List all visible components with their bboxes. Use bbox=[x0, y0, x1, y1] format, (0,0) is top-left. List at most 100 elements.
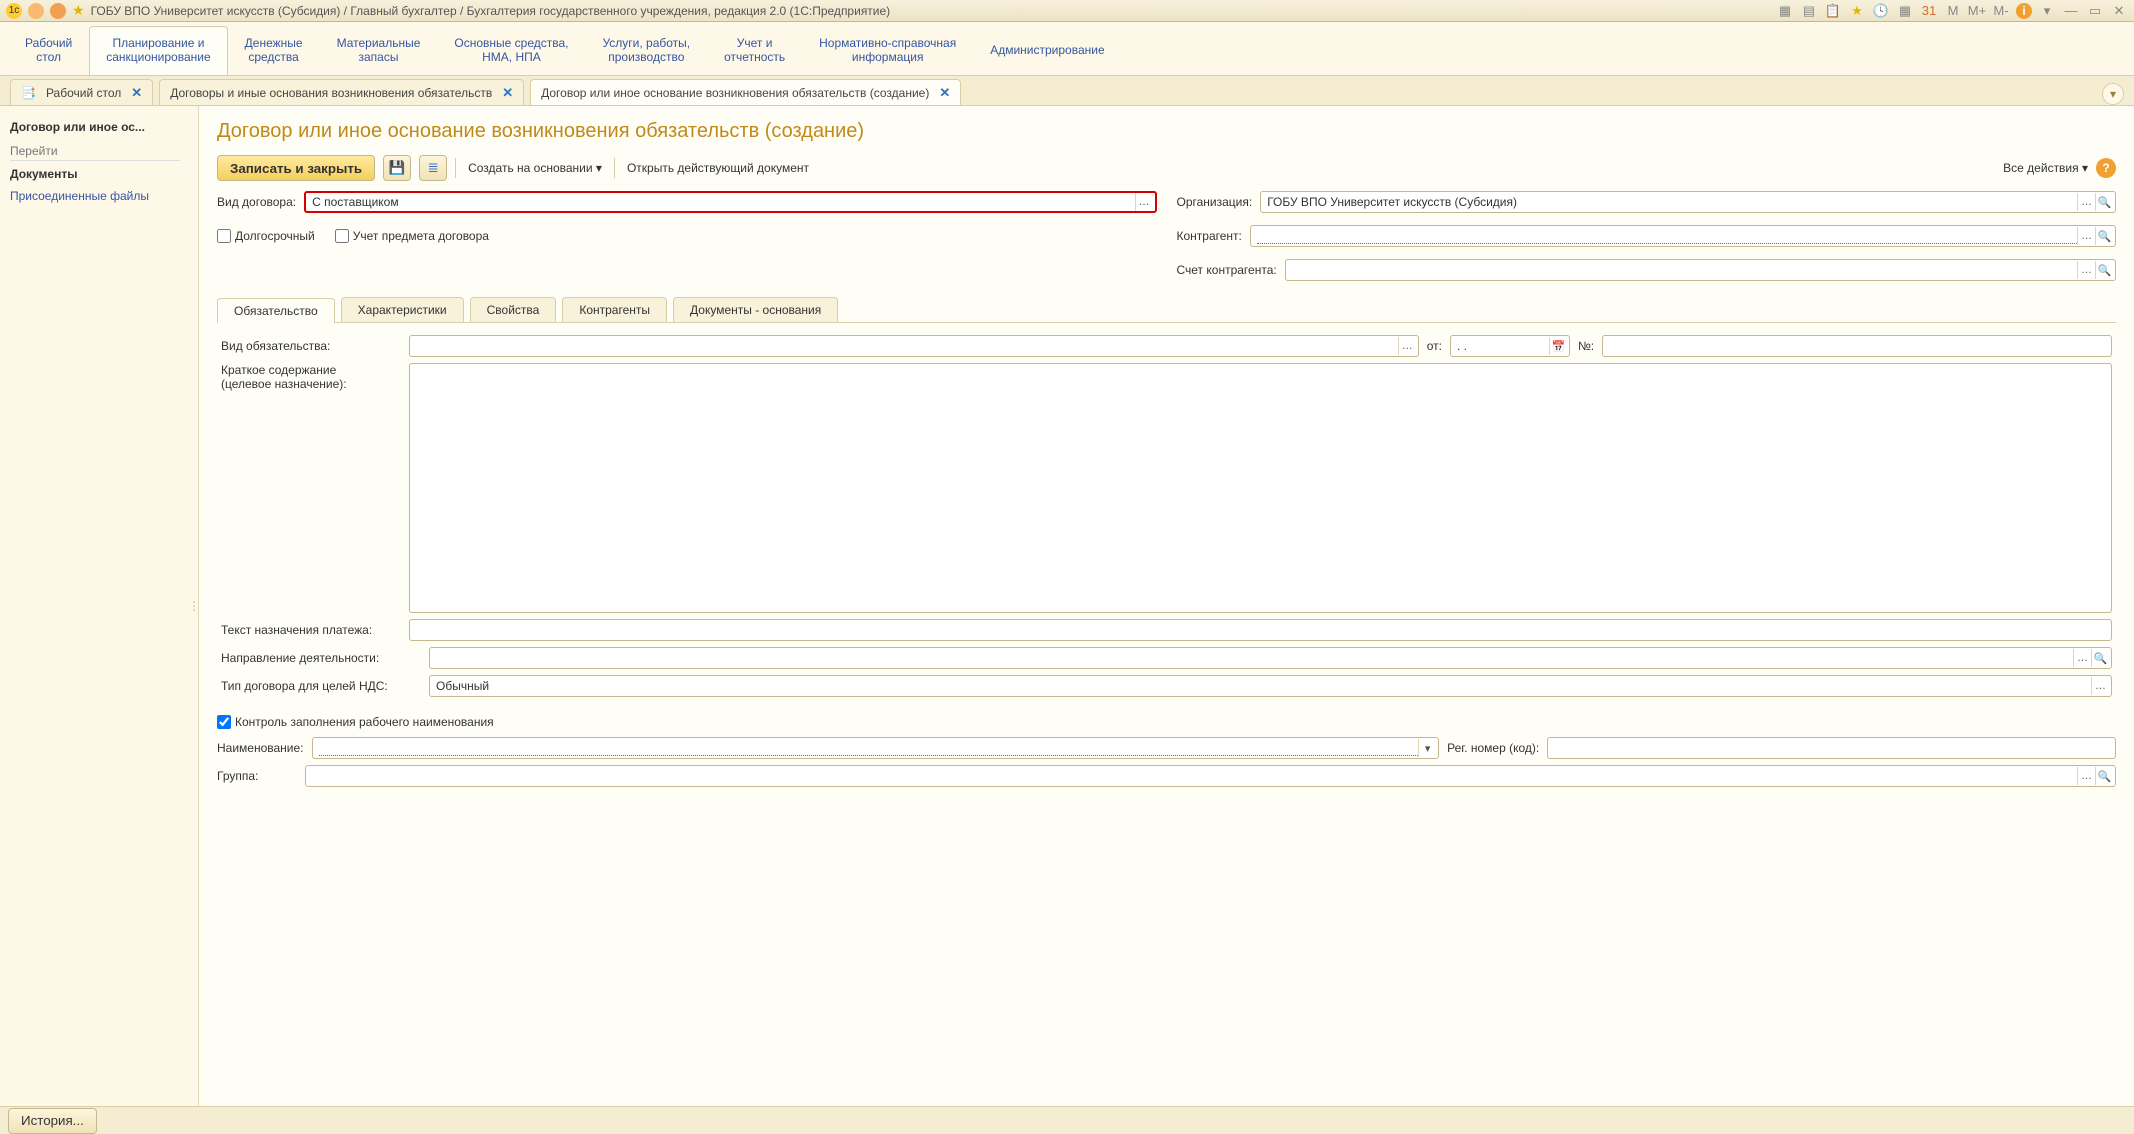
app-icon[interactable]: 1c bbox=[6, 3, 22, 19]
section-accounting[interactable]: Учет иотчетность bbox=[707, 26, 802, 75]
sidebar-title[interactable]: Договор или иное ос... bbox=[10, 116, 180, 138]
activity-direction-label: Направление деятельности: bbox=[221, 651, 421, 665]
lookup-icon[interactable]: 🔍 bbox=[2095, 767, 2113, 785]
window-menu-icon[interactable] bbox=[28, 3, 44, 19]
save-button[interactable]: 💾 bbox=[383, 155, 411, 181]
section-reference[interactable]: Нормативно-справочнаяинформация bbox=[802, 26, 973, 75]
dropdown-icon[interactable]: ▾ bbox=[1418, 739, 1436, 757]
all-actions-button[interactable]: Все действия ▾ bbox=[2003, 161, 2088, 175]
select-icon[interactable]: … bbox=[1398, 337, 1416, 355]
calendar-icon[interactable]: 📅 bbox=[1549, 337, 1567, 355]
obligation-type-input[interactable]: … bbox=[409, 335, 1419, 357]
name-input[interactable]: ▾ bbox=[312, 737, 1440, 759]
section-nav: Рабочийстол Планирование исанкционирован… bbox=[0, 22, 2134, 76]
tab-contract-create[interactable]: Договор или иное основание возникновения… bbox=[530, 79, 961, 105]
counterparty-input[interactable]: … 🔍 bbox=[1250, 225, 2116, 247]
section-desktop[interactable]: Рабочийстол bbox=[8, 26, 89, 75]
name-label: Наименование: bbox=[217, 741, 304, 755]
number-label: №: bbox=[1578, 339, 1594, 353]
down-icon[interactable]: ▾ bbox=[2038, 2, 2056, 20]
tab-close-icon[interactable]: ✕ bbox=[939, 85, 950, 101]
sidebar-item-documents[interactable]: Документы bbox=[10, 163, 180, 185]
inner-tab-characteristics[interactable]: Характеристики bbox=[341, 297, 464, 322]
select-icon[interactable]: … bbox=[2077, 227, 2095, 245]
select-icon[interactable]: … bbox=[2073, 649, 2091, 667]
minimize-icon[interactable]: — bbox=[2062, 2, 2080, 20]
toolbar-icon-2[interactable]: ▤ bbox=[1800, 2, 1818, 20]
history-button[interactable]: История... bbox=[8, 1108, 97, 1134]
select-icon[interactable]: … bbox=[2091, 677, 2109, 695]
mplus-icon[interactable]: M+ bbox=[1968, 2, 1986, 20]
inner-tab-basis-documents[interactable]: Документы - основания bbox=[673, 297, 838, 322]
nds-contract-type-label: Тип договора для целей НДС: bbox=[221, 679, 421, 693]
tabs-bar: 📑 Рабочий стол ✕ Договоры и иные основан… bbox=[0, 76, 2134, 106]
number-input[interactable] bbox=[1602, 335, 2112, 357]
calendar-icon[interactable]: 31 bbox=[1920, 2, 1938, 20]
sidebar-collapse-handle[interactable]: ⋮ bbox=[190, 106, 198, 1106]
counterparty-account-input[interactable]: … 🔍 bbox=[1285, 259, 2116, 281]
tab-close-icon[interactable]: ✕ bbox=[502, 85, 513, 101]
lookup-icon[interactable]: 🔍 bbox=[2091, 649, 2109, 667]
subject-accounting-checkbox[interactable]: Учет предмета договора bbox=[335, 229, 489, 243]
save-and-close-button[interactable]: Записать и закрыть bbox=[217, 155, 375, 181]
calculator-icon[interactable]: ▦ bbox=[1896, 2, 1914, 20]
tabs-overflow-icon[interactable]: ▾ bbox=[2102, 83, 2124, 105]
from-date-input[interactable]: . . 📅 bbox=[1450, 335, 1570, 357]
tab-desktop[interactable]: 📑 Рабочий стол ✕ bbox=[10, 79, 153, 105]
contract-type-input[interactable]: С поставщиком … bbox=[304, 191, 1156, 213]
inner-tab-properties[interactable]: Свойства bbox=[470, 297, 557, 322]
favorites-icon[interactable]: ★ bbox=[1848, 2, 1866, 20]
lookup-icon[interactable]: 🔍 bbox=[2095, 227, 2113, 245]
section-services[interactable]: Услуги, работы,производство bbox=[585, 26, 707, 75]
status-bar: История... bbox=[0, 1106, 2134, 1134]
toolbar-icon-1[interactable]: ▦ bbox=[1776, 2, 1794, 20]
reg-number-label: Рег. номер (код): bbox=[1447, 741, 1539, 755]
sidebar-item-attached-files[interactable]: Присоединенные файлы bbox=[10, 185, 180, 207]
lookup-icon[interactable]: 🔍 bbox=[2095, 193, 2113, 211]
select-icon[interactable]: … bbox=[2077, 193, 2095, 211]
control-name-fill-checkbox[interactable]: Контроль заполнения рабочего наименовани… bbox=[217, 715, 2116, 729]
favorite-icon[interactable]: ★ bbox=[72, 2, 85, 19]
mminus-icon[interactable]: M- bbox=[1992, 2, 2010, 20]
help-icon[interactable]: i bbox=[2016, 3, 2032, 19]
nds-contract-type-input[interactable]: Обычный … bbox=[429, 675, 2112, 697]
maximize-icon[interactable]: ▭ bbox=[2086, 2, 2104, 20]
section-planning[interactable]: Планирование исанкционирование bbox=[89, 26, 227, 75]
section-materials[interactable]: Материальныезапасы bbox=[320, 26, 438, 75]
window-menu2-icon[interactable] bbox=[50, 3, 66, 19]
group-input[interactable]: … 🔍 bbox=[305, 765, 2116, 787]
activity-direction-input[interactable]: … 🔍 bbox=[429, 647, 2112, 669]
select-icon[interactable]: … bbox=[2077, 767, 2095, 785]
tab-contracts-list[interactable]: Договоры и иные основания возникновения … bbox=[159, 79, 524, 105]
group-label: Группа: bbox=[217, 769, 297, 783]
m-icon[interactable]: M bbox=[1944, 2, 1962, 20]
create-based-on-button[interactable]: Создать на основании ▾ bbox=[464, 161, 606, 175]
list-button[interactable]: ≣ bbox=[419, 155, 447, 181]
inner-tab-obligation[interactable]: Обязательство bbox=[217, 298, 335, 323]
section-admin[interactable]: Администрирование bbox=[973, 26, 1121, 75]
lookup-icon[interactable]: 🔍 bbox=[2095, 261, 2113, 279]
section-assets[interactable]: Основные средства,НМА, НПА bbox=[437, 26, 585, 75]
close-icon[interactable]: ✕ bbox=[2110, 2, 2128, 20]
short-description-textarea[interactable] bbox=[409, 363, 2112, 613]
toolbar-icon-3[interactable]: 📋 bbox=[1824, 2, 1842, 20]
reg-number-input[interactable] bbox=[1547, 737, 2116, 759]
organization-input[interactable]: ГОБУ ВПО Университет искусств (Субсидия)… bbox=[1260, 191, 2116, 213]
inner-tabs: Обязательство Характеристики Свойства Ко… bbox=[217, 297, 2116, 323]
history-icon[interactable]: 🕓 bbox=[1872, 2, 1890, 20]
from-date-label: от: bbox=[1427, 339, 1442, 353]
inner-tab-counterparties[interactable]: Контрагенты bbox=[562, 297, 667, 322]
tab-close-icon[interactable]: ✕ bbox=[131, 85, 142, 101]
longterm-checkbox[interactable]: Долгосрочный bbox=[217, 229, 315, 243]
open-current-doc-button[interactable]: Открыть действующий документ bbox=[623, 161, 813, 175]
desktop-tab-icon: 📑 bbox=[21, 86, 36, 100]
short-description-label: Краткое содержание (целевое назначение): bbox=[221, 363, 401, 391]
form-help-icon[interactable]: ? bbox=[2096, 158, 2116, 178]
obligation-type-label: Вид обязательства: bbox=[221, 339, 401, 353]
toolbar: Записать и закрыть 💾 ≣ Создать на основа… bbox=[217, 155, 2116, 181]
payment-purpose-input[interactable] bbox=[409, 619, 2112, 641]
section-money[interactable]: Денежныесредства bbox=[228, 26, 320, 75]
contract-type-label: Вид договора: bbox=[217, 195, 296, 209]
select-icon[interactable]: … bbox=[2077, 261, 2095, 279]
select-icon[interactable]: … bbox=[1135, 193, 1153, 211]
